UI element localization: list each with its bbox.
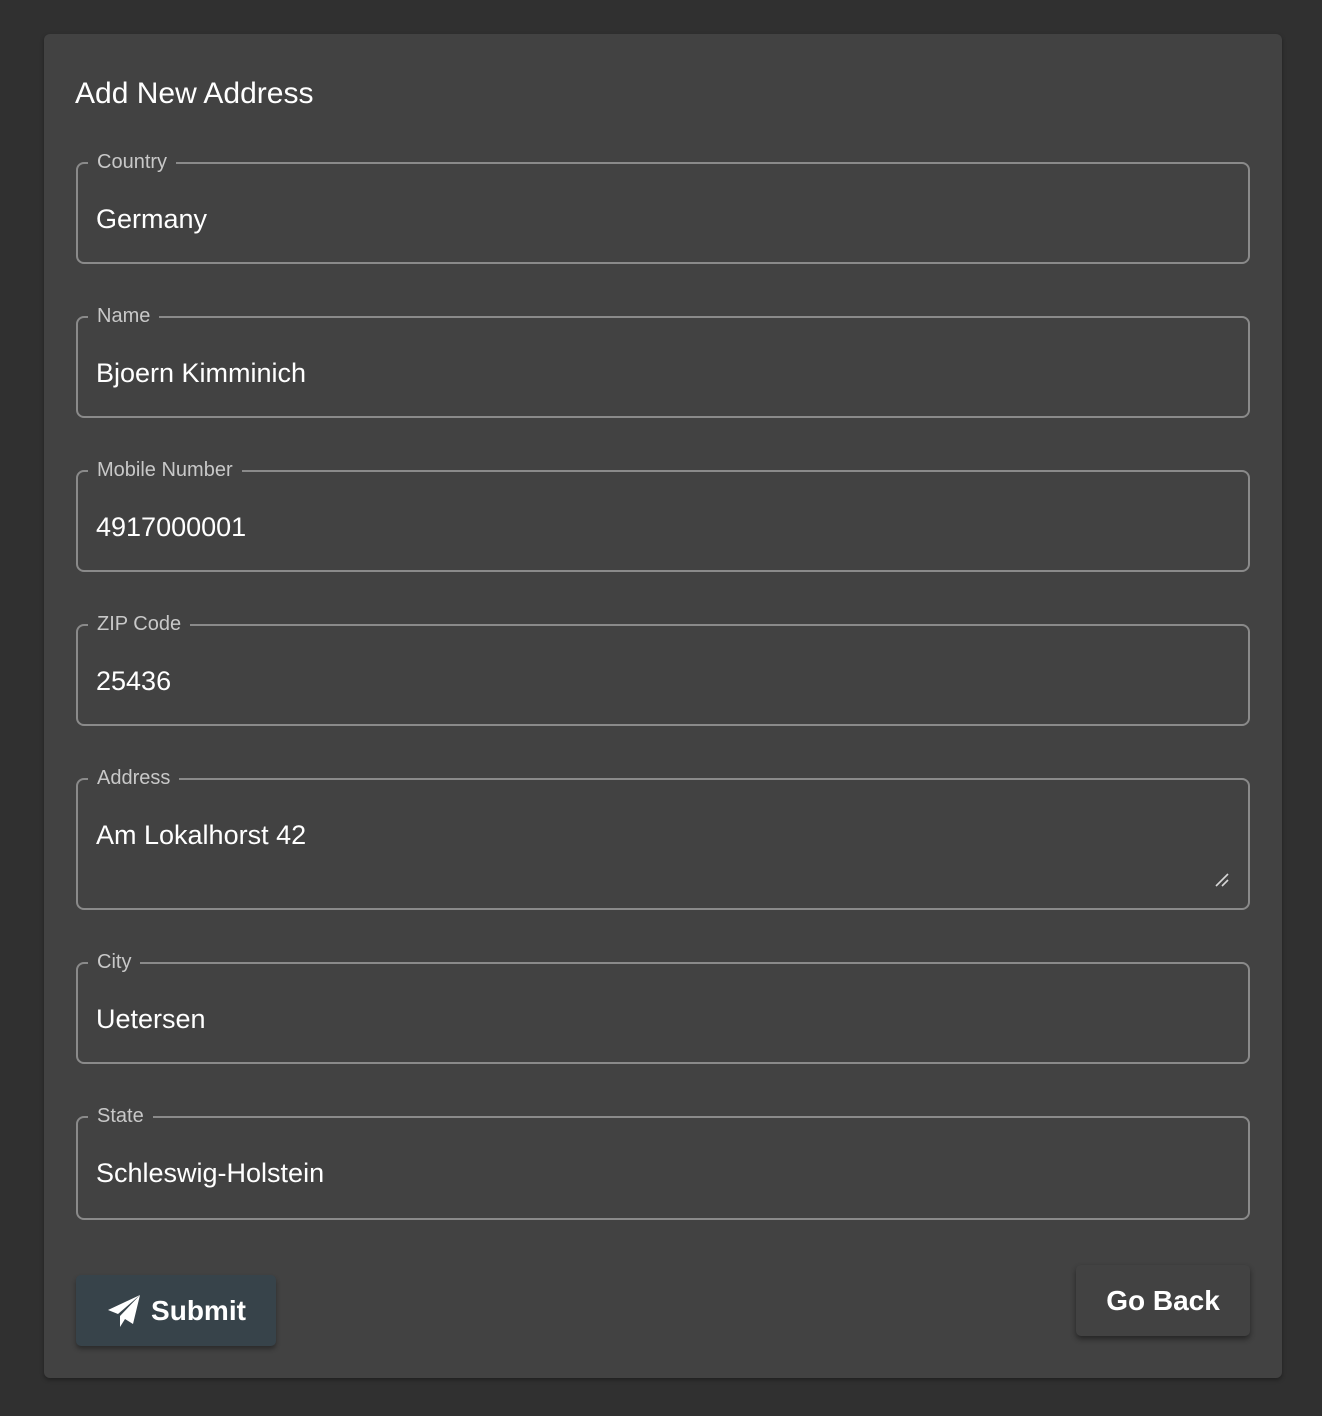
page-title: Add New Address: [75, 77, 314, 110]
zip-code-field[interactable]: ZIP Code 25436: [76, 612, 1250, 726]
name-field[interactable]: Name Bjoern Kimminich: [76, 304, 1250, 418]
city-input[interactable]: Uetersen: [96, 1002, 206, 1036]
address-field[interactable]: Address Am Lokalhorst 42: [76, 766, 1250, 910]
zip-code-input[interactable]: 25436: [96, 664, 171, 698]
add-address-card: Add New Address Country Germany Name Bjo…: [44, 34, 1282, 1378]
zip-code-label: ZIP Code: [88, 612, 191, 636]
country-label: Country: [88, 150, 177, 174]
mobile-number-field[interactable]: Mobile Number 4917000001: [76, 458, 1250, 572]
mobile-number-label: Mobile Number: [88, 458, 242, 482]
address-label: Address: [88, 766, 180, 790]
address-textarea[interactable]: Am Lokalhorst 42: [96, 818, 306, 852]
name-input[interactable]: Bjoern Kimminich: [96, 356, 306, 390]
submit-label: Submit: [151, 1294, 246, 1326]
mobile-number-input[interactable]: 4917000001: [96, 510, 246, 544]
name-label: Name: [88, 304, 160, 328]
send-icon: [106, 1293, 142, 1329]
city-field[interactable]: City Uetersen: [76, 950, 1250, 1064]
state-label: State: [88, 1104, 153, 1128]
city-label: City: [88, 950, 141, 974]
state-field[interactable]: State Schleswig-Holstein: [76, 1104, 1250, 1220]
country-field[interactable]: Country Germany: [76, 150, 1250, 264]
submit-button[interactable]: Submit: [76, 1275, 276, 1346]
state-input[interactable]: Schleswig-Holstein: [96, 1156, 324, 1190]
resize-handle-icon[interactable]: [1214, 872, 1230, 888]
go-back-button[interactable]: Go Back: [1076, 1265, 1250, 1336]
country-input[interactable]: Germany: [96, 202, 207, 236]
go-back-label: Go Back: [1106, 1284, 1220, 1316]
